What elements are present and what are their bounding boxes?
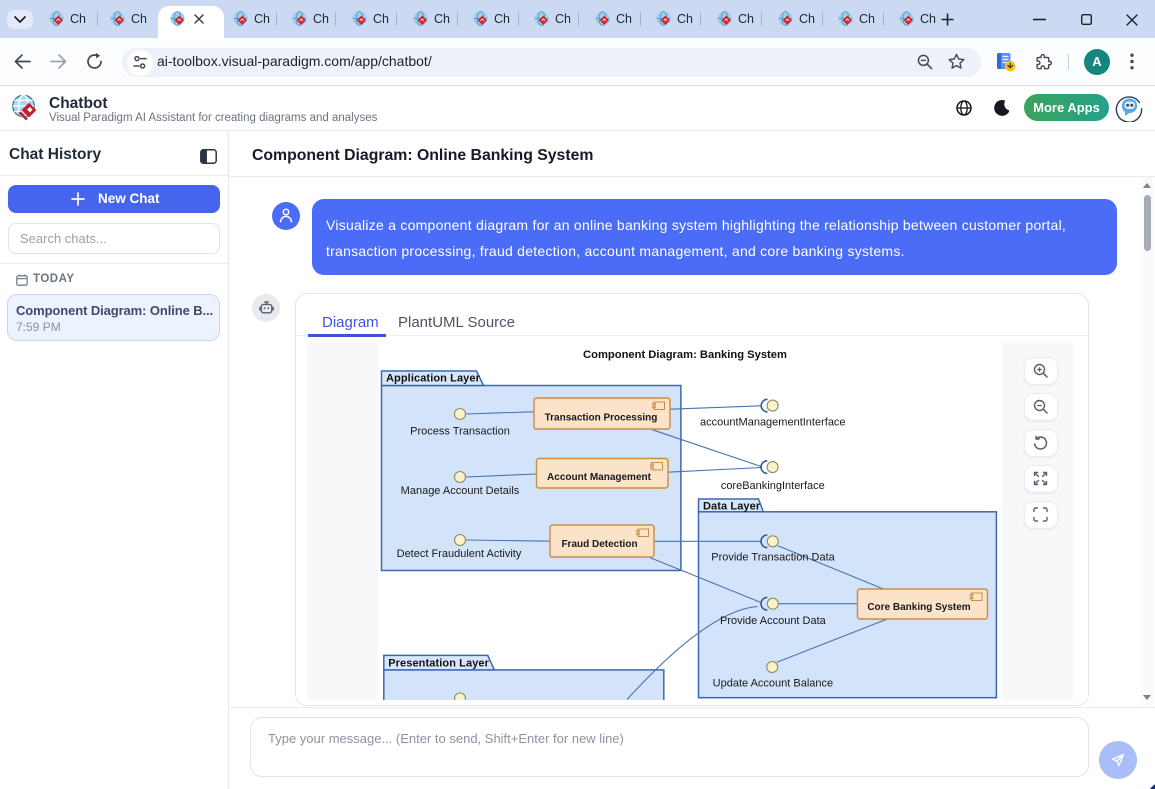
svg-text:Component Diagram: Banking Sys: Component Diagram: Banking System xyxy=(583,349,787,361)
svg-text:accountManagementInterface: accountManagementInterface xyxy=(700,416,846,428)
svg-text:Application Layer: Application Layer xyxy=(386,373,481,385)
svg-text:Update Account Balance: Update Account Balance xyxy=(713,678,833,690)
svg-text:Manage Account Details: Manage Account Details xyxy=(401,485,520,497)
svg-text:Provide Transaction Data: Provide Transaction Data xyxy=(711,551,835,563)
svg-text:Account Management: Account Management xyxy=(547,472,652,483)
svg-text:Data Layer: Data Layer xyxy=(703,501,761,513)
svg-text:coreBankingInterface: coreBankingInterface xyxy=(721,480,825,492)
svg-text:Detect Fraudulent Activity: Detect Fraudulent Activity xyxy=(397,548,522,560)
svg-text:Core Banking System: Core Banking System xyxy=(867,602,970,613)
svg-text:Fraud Detection: Fraud Detection xyxy=(561,539,637,550)
svg-text:Provide Account Data: Provide Account Data xyxy=(720,615,827,627)
svg-text:Process Transaction: Process Transaction xyxy=(410,426,510,438)
svg-text:Transaction Processing: Transaction Processing xyxy=(545,413,658,424)
svg-text:Presentation Layer: Presentation Layer xyxy=(388,657,489,669)
